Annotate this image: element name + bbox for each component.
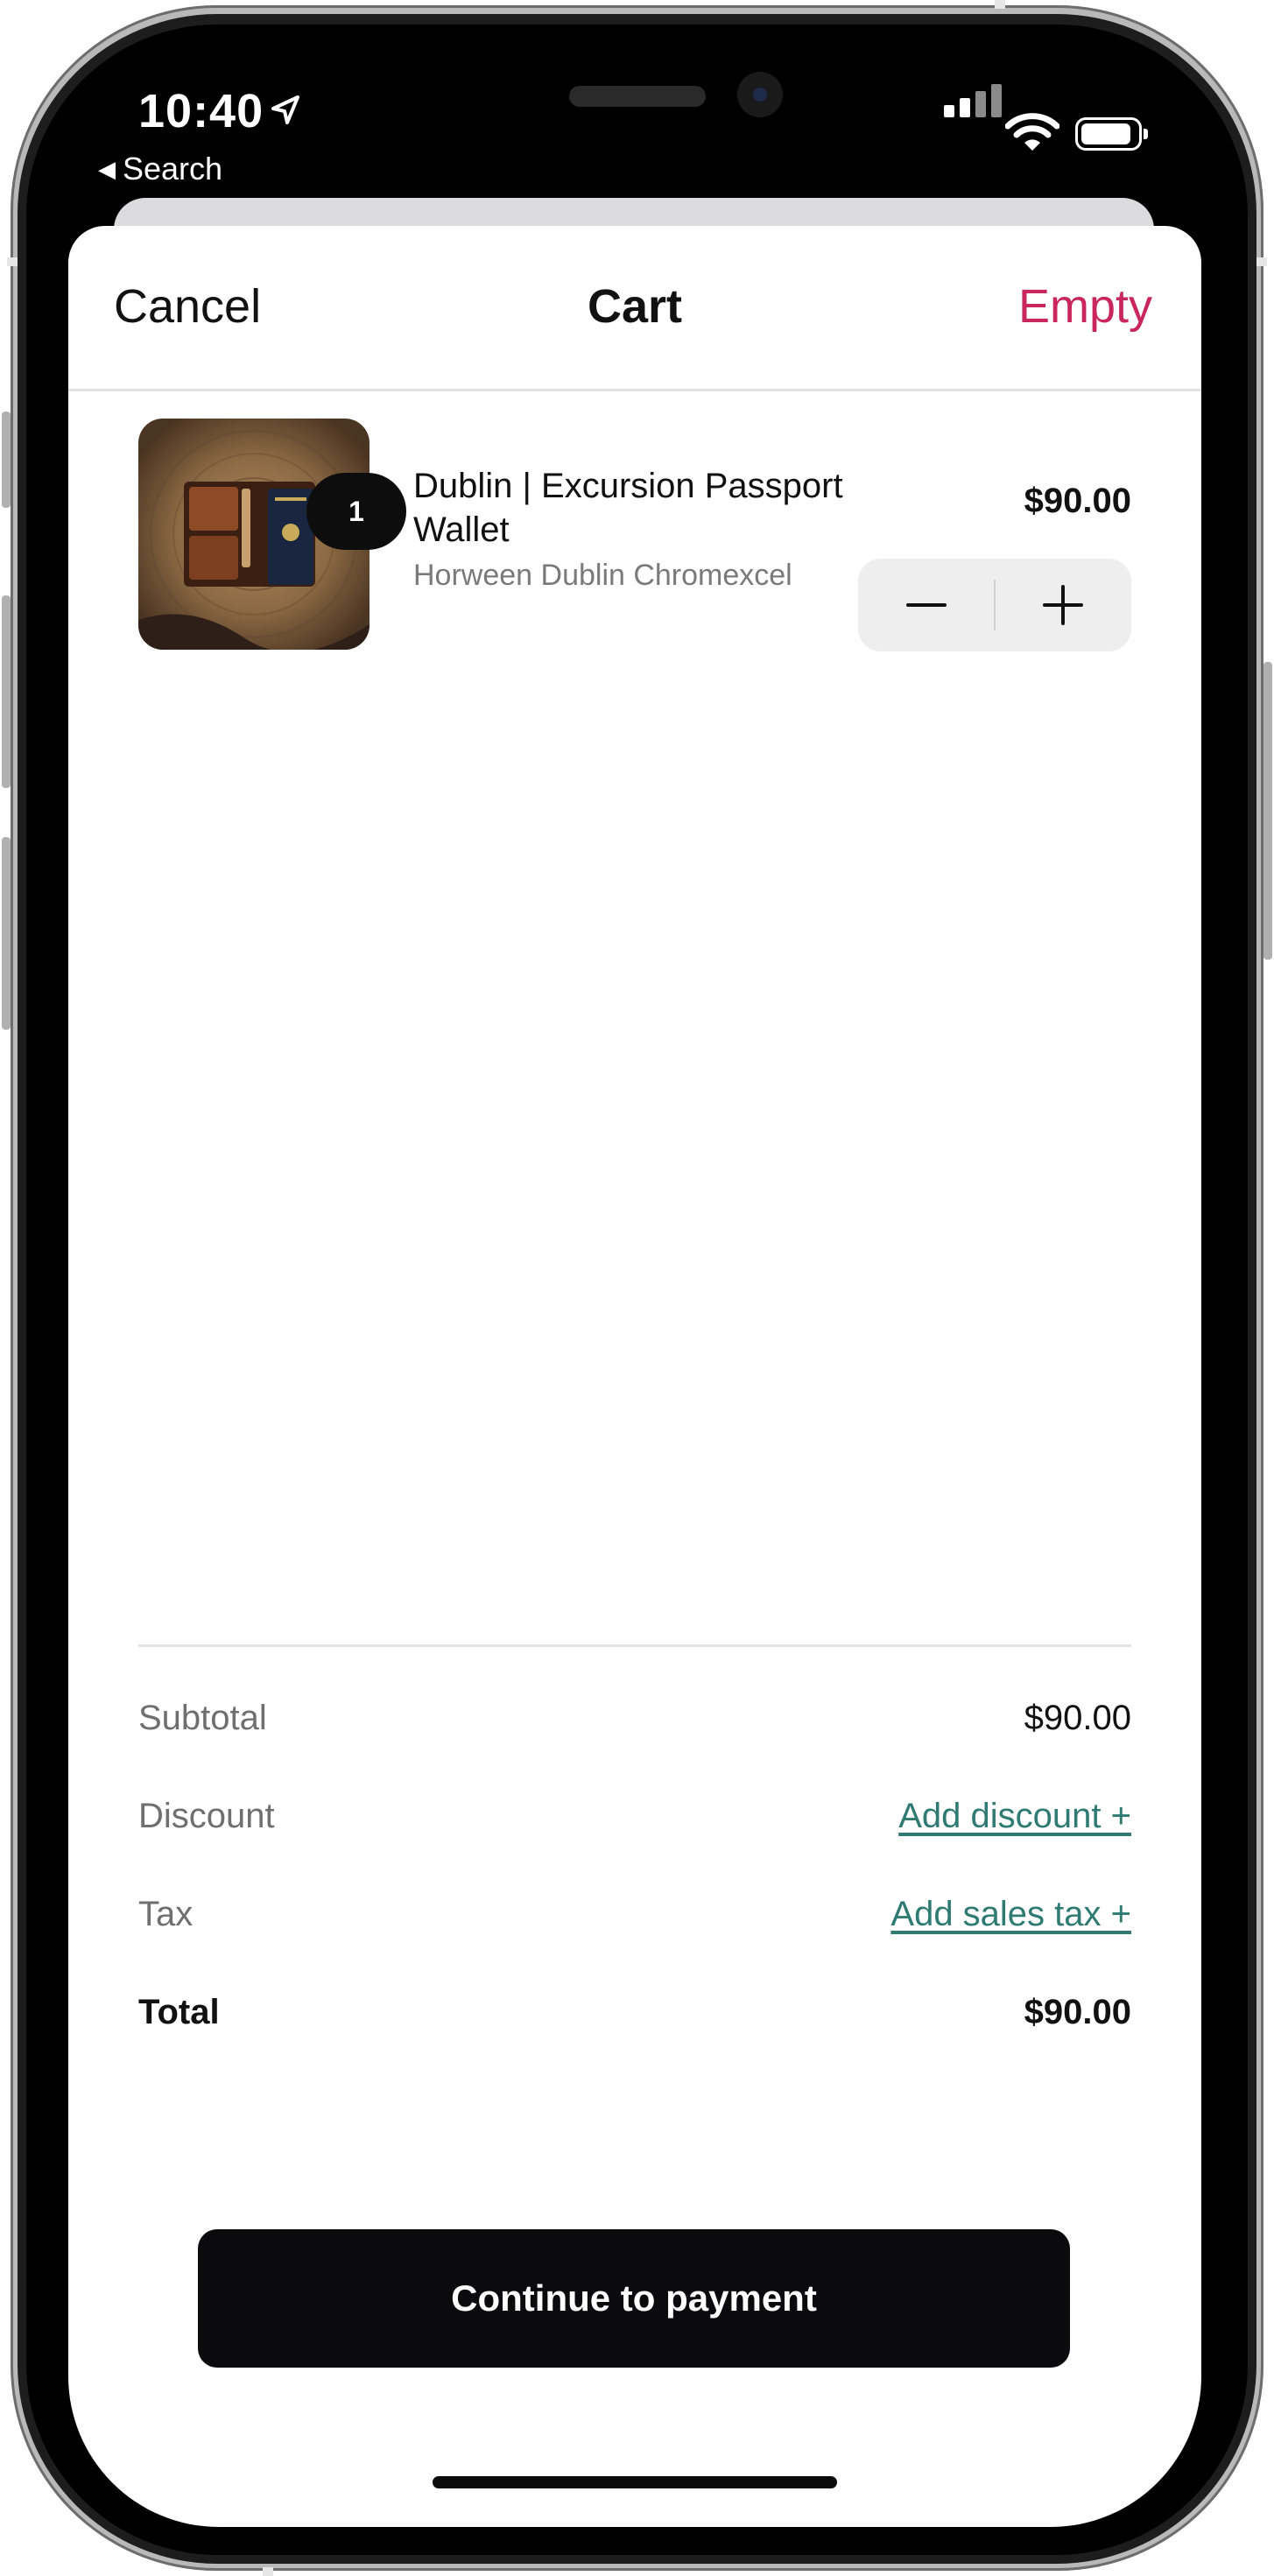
subtotal-label: Subtotal [138, 1698, 267, 1737]
status-time: 10:40 [138, 85, 264, 137]
item-name: Dublin | Excursion Passport Wallet [413, 467, 843, 549]
volume-up-button [2, 595, 11, 788]
antenna-band [263, 2567, 273, 2576]
discount-label: Discount [138, 1796, 275, 1835]
tax-row: Tax Add sales tax + [138, 1888, 1131, 1940]
empty-cart-button[interactable]: Empty [1018, 278, 1152, 335]
total-value: $90.00 [1024, 1992, 1131, 2031]
battery-icon [1075, 117, 1148, 151]
tax-label: Tax [138, 1894, 194, 1933]
mute-switch [2, 412, 11, 508]
location-arrow-icon [271, 95, 299, 124]
antenna-band [1256, 257, 1267, 266]
continue-to-payment-button[interactable]: Continue to payment [198, 2229, 1070, 2368]
add-sales-tax-link[interactable]: Add sales tax + [890, 1895, 1131, 1934]
cart-sheet: Cancel Cart Empty 1 Dublin | Excursion P… [68, 226, 1201, 2527]
subtotal-row: Subtotal $90.00 [138, 1692, 1131, 1744]
volume-down-button [2, 837, 11, 1030]
quantity-badge: 1 [306, 473, 406, 550]
subtotal-value: $90.00 [1024, 1698, 1131, 1737]
back-triangle-icon: ◀ [98, 155, 116, 182]
power-button [1263, 662, 1272, 960]
back-to-search-link[interactable]: ◀ Search [98, 151, 222, 187]
item-variant: Horween Dublin Chromexcel [413, 559, 792, 592]
total-row: Total $90.00 [138, 1986, 1131, 2038]
minus-icon [906, 603, 947, 607]
decrease-quantity-button[interactable] [858, 559, 995, 651]
antenna-band [995, 0, 1005, 9]
add-discount-link[interactable]: Add discount + [898, 1797, 1131, 1836]
home-indicator [433, 2476, 837, 2488]
summary-divider [138, 1644, 1131, 1647]
item-price: $90.00 [1024, 482, 1131, 520]
plus-icon [1043, 585, 1083, 625]
front-camera [737, 72, 783, 117]
quantity-stepper [858, 559, 1131, 651]
antenna-band [7, 257, 18, 266]
increase-quantity-button[interactable] [995, 559, 1131, 651]
earpiece-speaker [569, 86, 706, 107]
total-label: Total [138, 1992, 220, 2031]
wifi-icon [1005, 113, 1059, 151]
discount-row: Discount Add discount + [138, 1790, 1131, 1842]
back-search-label: Search [123, 151, 223, 187]
nav-divider [68, 389, 1201, 391]
